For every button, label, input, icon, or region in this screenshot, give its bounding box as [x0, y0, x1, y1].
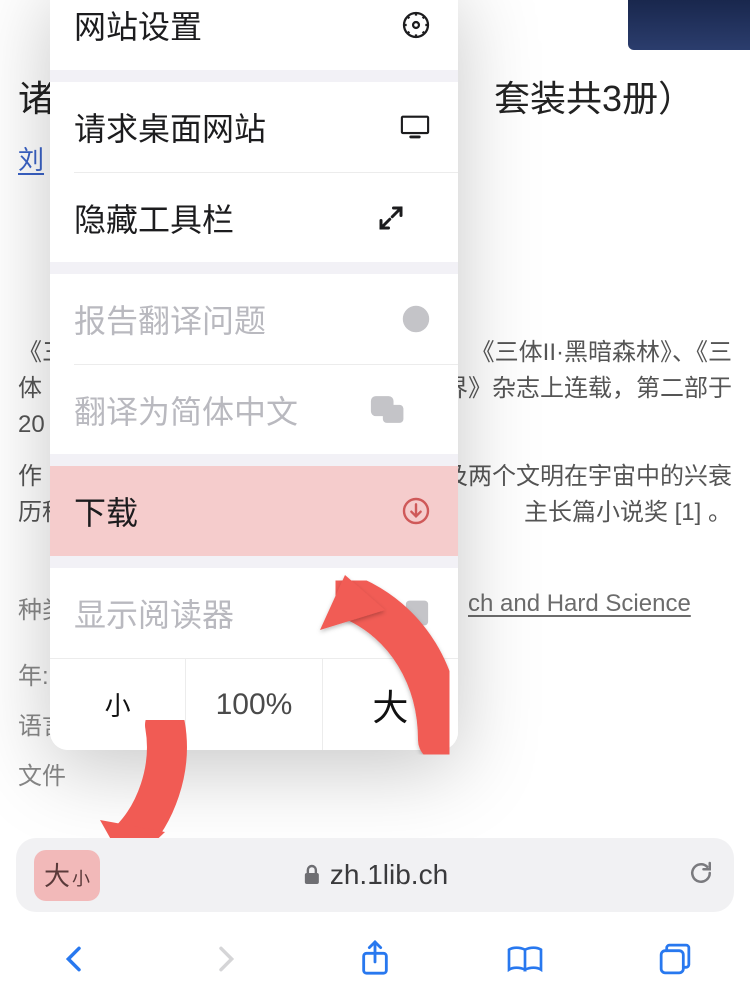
aa-menu-popover: 网站设置 请求桌面网站 隐藏工具栏	[50, 0, 458, 750]
text-size-larger[interactable]: 大	[323, 659, 458, 750]
menu-request-desktop[interactable]: 请求桌面网站	[50, 82, 458, 172]
bookmarks-button[interactable]	[495, 934, 555, 984]
desc-2-right: 界》杂志上连载，第二部于	[444, 370, 732, 408]
address-bar[interactable]: 大小 zh.1lib.ch	[16, 838, 734, 912]
nav-forward-button	[195, 934, 255, 984]
expand-diagonal-icon	[366, 203, 406, 233]
text-size-smaller[interactable]: 小	[50, 659, 185, 750]
desc-4-left: 作	[18, 463, 42, 490]
reader-icon	[392, 598, 432, 628]
menu-downloads[interactable]: 下载	[50, 466, 458, 556]
menu-label: 网站设置	[74, 2, 202, 48]
gear-icon	[392, 9, 432, 41]
host-text: zh.1lib.ch	[330, 859, 448, 891]
menu-label: 请求桌面网站	[74, 104, 266, 150]
menu-website-settings[interactable]: 网站设置	[50, 0, 458, 70]
desc-5-right: 主长篇小说奖 [1] 。	[524, 494, 732, 532]
share-button[interactable]	[345, 934, 405, 984]
lock-icon	[302, 863, 322, 887]
title-right: 套装共3册）	[494, 78, 694, 119]
menu-label: 报告翻译问题	[74, 296, 266, 342]
menu-label: 隐藏工具栏	[74, 195, 234, 241]
browser-toolbar	[0, 926, 750, 992]
author-link[interactable]: 刘	[18, 140, 44, 177]
address-host[interactable]: zh.1lib.ch	[302, 859, 448, 891]
menu-translate: 翻译为简体中文 A文	[74, 364, 458, 454]
meta-year: 年:	[18, 656, 49, 691]
share-icon	[358, 939, 392, 979]
aa-small: 小	[72, 865, 90, 891]
desc-3-left: 20	[18, 411, 45, 438]
text-size-control: 小 100% 大	[50, 658, 458, 750]
chevron-left-icon	[59, 941, 91, 977]
menu-label: 显示阅读器	[74, 590, 234, 636]
reload-icon	[686, 858, 716, 888]
tabs-icon	[657, 941, 693, 977]
tabs-button[interactable]	[645, 934, 705, 984]
menu-hide-toolbar[interactable]: 隐藏工具栏	[74, 172, 458, 262]
menu-show-reader: 显示阅读器	[50, 568, 458, 658]
download-circle-icon	[392, 495, 432, 527]
translate-icon: A文	[366, 394, 406, 426]
svg-text:文: 文	[387, 407, 399, 421]
desc-4-right: 及两个文明在宇宙中的兴衰	[444, 458, 732, 496]
aa-big: 大	[44, 856, 70, 893]
meta-file: 文件	[18, 756, 66, 791]
meta-category-link[interactable]: ch and Hard Science	[468, 590, 691, 618]
menu-label: 下载	[74, 488, 138, 534]
book-cover-thumb	[628, 0, 750, 50]
desc-1-right: 《三体II·黑暗森林》、《三	[471, 334, 732, 372]
alert-circle-icon	[392, 303, 432, 335]
aa-button[interactable]: 大小	[34, 850, 100, 901]
nav-back-button[interactable]	[45, 934, 105, 984]
svg-text:A: A	[375, 401, 383, 413]
title-left: 诸	[18, 78, 54, 119]
menu-label: 翻译为简体中文	[74, 387, 298, 433]
reload-button[interactable]	[686, 858, 716, 893]
text-size-percent[interactable]: 100%	[185, 659, 322, 750]
chevron-right-icon	[209, 941, 241, 977]
book-icon	[505, 942, 545, 976]
desktop-icon	[392, 112, 432, 142]
desc-2-left: 体	[18, 375, 42, 402]
menu-report-translation: 报告翻译问题	[50, 274, 458, 364]
